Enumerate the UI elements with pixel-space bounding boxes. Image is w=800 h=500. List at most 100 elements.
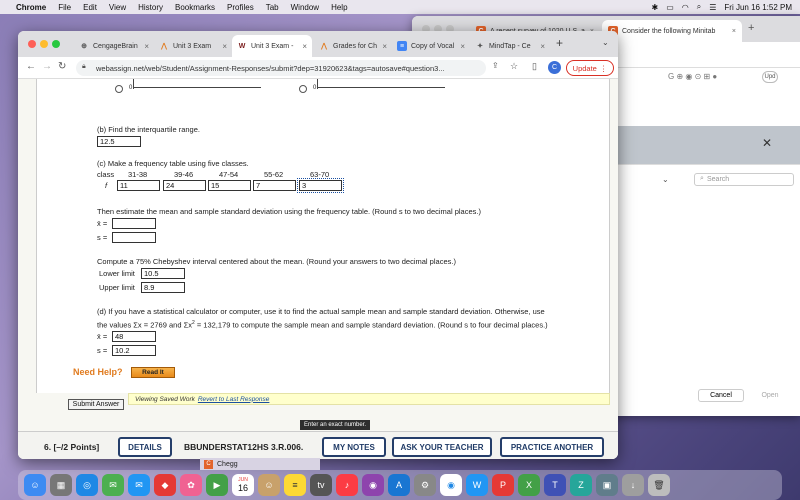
app-store-icon[interactable]: A bbox=[388, 474, 410, 496]
ask-teacher-button[interactable]: ASK YOUR TEACHER bbox=[392, 437, 492, 457]
back-tab-2[interactable]: C Consider the following Minitab × bbox=[602, 20, 742, 42]
avatar[interactable]: C bbox=[548, 61, 561, 74]
bookmark-star-icon[interactable]: ☆ bbox=[510, 61, 518, 72]
close-icon[interactable]: × bbox=[382, 42, 387, 51]
s-actual-input[interactable]: 10.2 bbox=[112, 345, 156, 356]
menu-app-name[interactable]: Chrome bbox=[16, 3, 46, 12]
details-button[interactable]: DETAILS bbox=[118, 437, 172, 457]
menu-edit[interactable]: Edit bbox=[83, 3, 97, 12]
new-tab-icon[interactable]: + bbox=[748, 22, 754, 34]
frequency-input[interactable]: 7 bbox=[253, 180, 296, 191]
lock-icon[interactable]: 🔒︎ bbox=[82, 63, 86, 71]
mail-icon[interactable]: ✉ bbox=[128, 474, 150, 496]
chrome-icon[interactable]: ◉ bbox=[440, 474, 462, 496]
frequency-input[interactable]: 11 bbox=[117, 180, 160, 191]
frequency-input[interactable]: 24 bbox=[163, 180, 206, 191]
menu-profiles[interactable]: Profiles bbox=[227, 3, 254, 12]
forward-arrow-icon[interactable]: → bbox=[42, 61, 52, 72]
extension-icons[interactable]: G ⊕ ◉ ⊙ ⊞ ● bbox=[668, 72, 717, 81]
menu-help[interactable]: Help bbox=[331, 3, 347, 12]
search-icon[interactable]: ⌕ bbox=[697, 2, 701, 12]
open-button[interactable]: Open bbox=[750, 389, 790, 402]
notes-icon[interactable]: ≡ bbox=[284, 474, 306, 496]
iqr-input[interactable]: 12.5 bbox=[97, 136, 141, 147]
powerpoint-icon[interactable]: P bbox=[492, 474, 514, 496]
zoom-light[interactable] bbox=[52, 40, 60, 48]
minimize-light[interactable] bbox=[40, 40, 48, 48]
graph-option-radio[interactable] bbox=[115, 85, 123, 93]
new-tab-icon[interactable]: + bbox=[556, 36, 563, 50]
graph-option-radio[interactable] bbox=[299, 85, 307, 93]
tab-copy-of-vocal[interactable]: ≡ Copy of Vocal × bbox=[392, 35, 470, 57]
photos-icon[interactable]: ✿ bbox=[180, 474, 202, 496]
tab-unit3-exam[interactable]: ⋀ Unit 3 Exam × bbox=[154, 35, 232, 57]
back-arrow-icon[interactable]: ← bbox=[26, 61, 36, 72]
appletv-icon[interactable]: tv bbox=[310, 474, 332, 496]
url-bar[interactable]: webassign.net/web/Student/Assignment-Res… bbox=[76, 60, 486, 76]
battery-icon[interactable]: ▭ bbox=[666, 3, 674, 12]
wifi-icon[interactable]: ◠ bbox=[682, 3, 689, 12]
search-input[interactable]: Search bbox=[694, 173, 794, 186]
menu-history[interactable]: History bbox=[138, 3, 163, 12]
launchpad-icon[interactable]: ▦ bbox=[50, 474, 72, 496]
preview-icon[interactable]: ▣ bbox=[596, 474, 618, 496]
menu-file[interactable]: File bbox=[58, 3, 71, 12]
maps-icon[interactable]: ◆ bbox=[154, 474, 176, 496]
bluetooth-icon[interactable]: ✱ bbox=[652, 3, 659, 12]
finder-icon[interactable]: ☺ bbox=[24, 474, 46, 496]
menu-tab[interactable]: Tab bbox=[266, 3, 279, 12]
share-icon[interactable]: ⇪ bbox=[492, 61, 499, 70]
frequency-input[interactable]: 15 bbox=[208, 180, 251, 191]
zoom-app-icon[interactable]: Z bbox=[570, 474, 592, 496]
trash-icon[interactable]: 🗑︎ bbox=[648, 474, 670, 496]
s-estimate-input[interactable] bbox=[112, 232, 156, 243]
close-icon[interactable]: × bbox=[144, 42, 149, 51]
messages-icon[interactable]: ✉ bbox=[102, 474, 124, 496]
close-icon[interactable]: × bbox=[460, 42, 465, 51]
tab-grades[interactable]: ⋀ Grades for Ch × bbox=[314, 35, 392, 57]
tab-mindtap[interactable]: ✦ MindTap - Ce × bbox=[470, 35, 550, 57]
frequency-input-focused[interactable]: 3 bbox=[297, 178, 344, 193]
practice-another-button[interactable]: PRACTICE ANOTHER bbox=[500, 437, 604, 457]
calendar-icon[interactable]: JUN 16 bbox=[232, 474, 254, 496]
sidebar-icon[interactable]: ▯ bbox=[532, 61, 537, 72]
reload-icon[interactable]: ↻ bbox=[58, 61, 66, 72]
my-notes-button[interactable]: MY NOTES bbox=[322, 437, 386, 457]
xbar-actual-input[interactable]: 48 bbox=[112, 331, 156, 342]
control-center-icon[interactable]: ☰ bbox=[709, 3, 716, 12]
upper-limit-input[interactable]: 8.9 bbox=[141, 282, 185, 293]
chevron-down-icon[interactable]: ⌄ bbox=[602, 38, 609, 47]
close-light[interactable] bbox=[28, 40, 36, 48]
excel-icon[interactable]: X bbox=[518, 474, 540, 496]
chevron-down-icon[interactable]: ⌄ bbox=[662, 175, 669, 184]
close-icon[interactable]: × bbox=[222, 42, 227, 51]
safari-icon[interactable]: ◎ bbox=[76, 474, 98, 496]
facetime-icon[interactable]: ▶ bbox=[206, 474, 228, 496]
update-button[interactable]: Update ⋮ bbox=[566, 60, 614, 76]
submit-answer-button[interactable]: Submit Answer bbox=[68, 399, 124, 410]
close-icon[interactable]: × bbox=[302, 42, 307, 51]
menu-bar: Chrome File Edit View History Bookmarks … bbox=[0, 0, 800, 14]
menu-window[interactable]: Window bbox=[291, 3, 319, 12]
downloads-icon[interactable]: ↓ bbox=[622, 474, 644, 496]
revert-link[interactable]: Revert to Last Response bbox=[198, 396, 270, 403]
menu-view[interactable]: View bbox=[109, 3, 126, 12]
menu-bookmarks[interactable]: Bookmarks bbox=[175, 3, 215, 12]
close-icon[interactable]: ✕ bbox=[762, 136, 772, 150]
read-it-button[interactable]: Read It bbox=[131, 367, 175, 378]
tab-unit3-exam-active[interactable]: W Unit 3 Exam - × bbox=[232, 35, 312, 57]
cancel-button[interactable]: Cancel bbox=[698, 389, 744, 402]
teams-icon[interactable]: T bbox=[544, 474, 566, 496]
tab-cengagebrain[interactable]: ⊕ CengageBrain × bbox=[74, 35, 154, 57]
contacts-icon[interactable]: ☺ bbox=[258, 474, 280, 496]
settings-icon[interactable]: ⚙ bbox=[414, 474, 436, 496]
close-icon[interactable]: × bbox=[540, 42, 545, 51]
podcasts-icon[interactable]: ◉ bbox=[362, 474, 384, 496]
music-icon[interactable]: ♪ bbox=[336, 474, 358, 496]
word-icon[interactable]: W bbox=[466, 474, 488, 496]
back-update-button[interactable]: Upd bbox=[762, 71, 778, 83]
close-icon[interactable]: × bbox=[732, 28, 736, 35]
xbar-estimate-input[interactable] bbox=[112, 218, 156, 229]
lower-limit-input[interactable]: 10.5 bbox=[141, 268, 185, 279]
clock[interactable]: Fri Jun 16 1:52 PM bbox=[724, 3, 792, 12]
